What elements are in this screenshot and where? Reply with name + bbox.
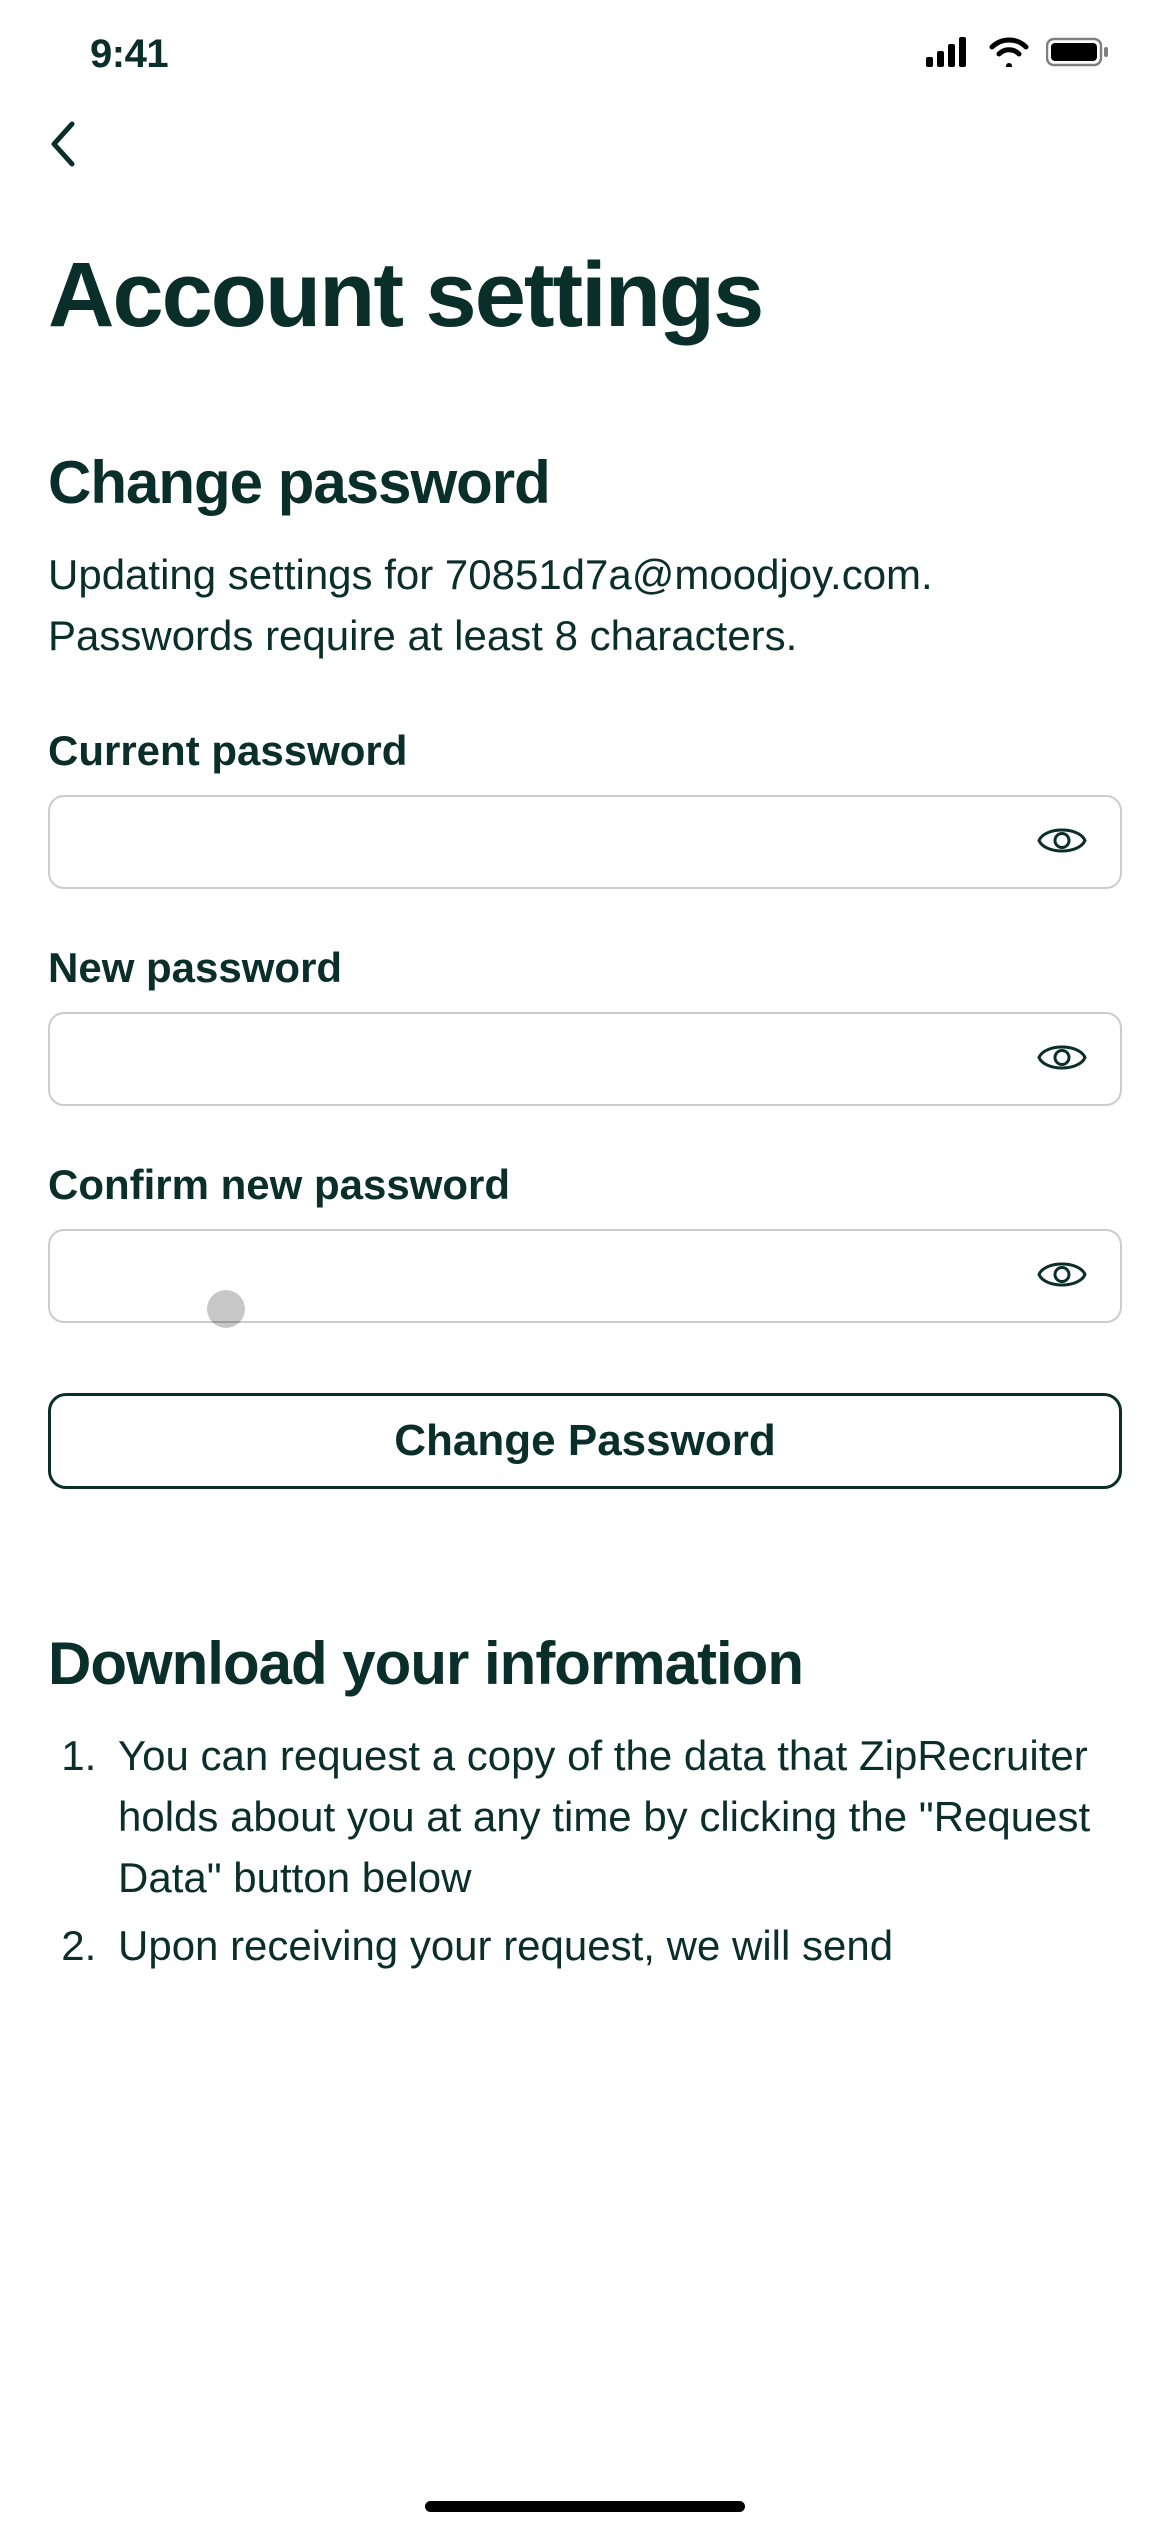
new-password-input[interactable] xyxy=(48,1012,1122,1106)
download-info-item: Upon receiving your request, we will sen… xyxy=(108,1916,1122,1977)
new-password-field-group: New password xyxy=(48,944,1122,1106)
status-icons xyxy=(926,37,1110,72)
download-info-heading: Download your information xyxy=(48,1629,1122,1698)
eye-icon xyxy=(1037,822,1087,861)
download-info-item: You can request a copy of the data that … xyxy=(108,1726,1122,1909)
battery-icon xyxy=(1046,37,1110,72)
confirm-password-label: Confirm new password xyxy=(48,1161,1122,1209)
cellular-icon xyxy=(926,37,972,72)
new-password-label: New password xyxy=(48,944,1122,992)
wifi-icon xyxy=(988,37,1030,72)
current-password-field-group: Current password xyxy=(48,727,1122,889)
status-time: 9:41 xyxy=(90,32,168,77)
change-password-button[interactable]: Change Password xyxy=(48,1393,1122,1489)
current-password-input[interactable] xyxy=(48,795,1122,889)
change-password-heading: Change password xyxy=(48,448,1122,517)
eye-icon xyxy=(1037,1039,1087,1078)
eye-icon xyxy=(1037,1256,1087,1295)
toggle-visibility-new-button[interactable] xyxy=(1037,1039,1087,1078)
touch-indicator xyxy=(207,1290,245,1328)
current-password-label: Current password xyxy=(48,727,1122,775)
toggle-visibility-current-button[interactable] xyxy=(1037,822,1087,861)
change-password-description: Updating settings for 70851d7a@moodjoy.c… xyxy=(48,545,1122,667)
toggle-visibility-confirm-button[interactable] xyxy=(1037,1256,1087,1295)
home-indicator[interactable] xyxy=(425,2501,745,2512)
back-button[interactable] xyxy=(0,100,126,193)
chevron-left-icon xyxy=(48,155,78,172)
status-bar: 9:41 xyxy=(0,0,1170,100)
download-info-list: You can request a copy of the data that … xyxy=(48,1726,1122,1978)
page-title: Account settings xyxy=(48,243,1122,348)
